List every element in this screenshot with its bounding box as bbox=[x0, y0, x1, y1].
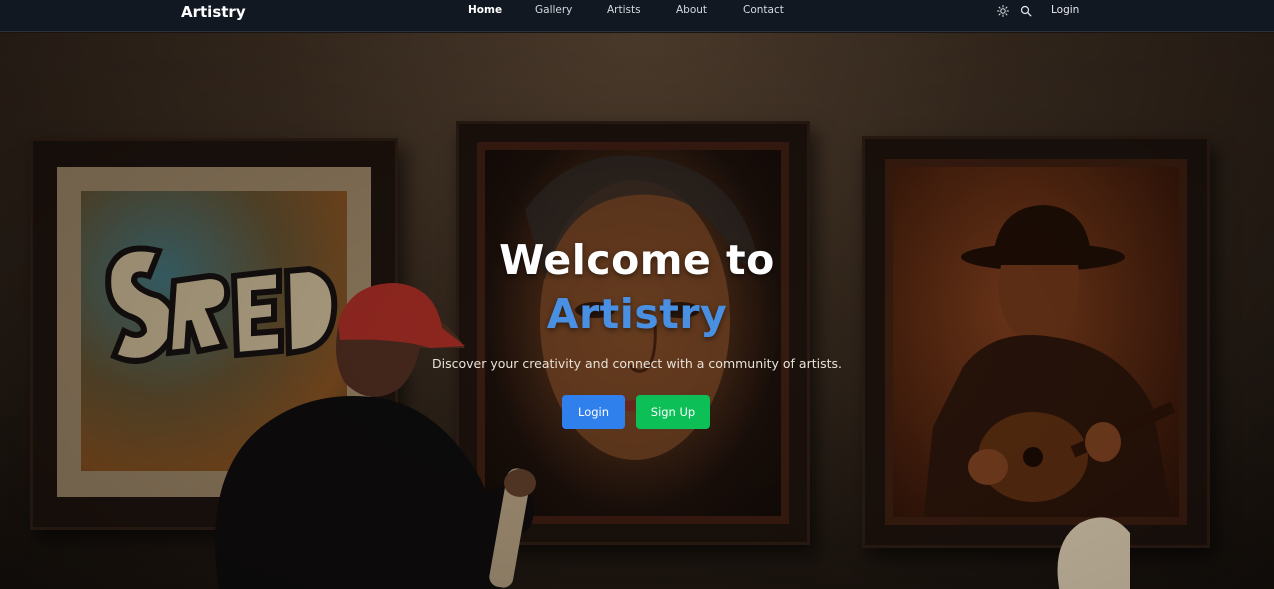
sun-icon[interactable] bbox=[997, 4, 1009, 17]
hero-title-line1: Welcome to bbox=[499, 236, 775, 284]
nav-link-gallery[interactable]: Gallery bbox=[535, 4, 572, 16]
search-icon[interactable] bbox=[1020, 4, 1032, 17]
nav-link-artists[interactable]: Artists bbox=[607, 4, 641, 16]
nav-link-home[interactable]: Home bbox=[468, 4, 502, 16]
hero-login-button[interactable]: Login bbox=[562, 395, 625, 429]
hero-subtitle: Discover your creativity and connect wit… bbox=[432, 356, 842, 371]
nav-login-link[interactable]: Login bbox=[1051, 4, 1079, 16]
nav-link-contact[interactable]: Contact bbox=[743, 4, 784, 16]
top-navbar: Artistry Home Gallery Artists About Cont… bbox=[0, 0, 1274, 32]
hero-section: Welcome to Artistry Discover your creati… bbox=[0, 33, 1274, 589]
brand-logo[interactable]: Artistry bbox=[181, 3, 246, 21]
hero-signup-button[interactable]: Sign Up bbox=[636, 395, 710, 429]
nav-link-about[interactable]: About bbox=[676, 4, 707, 16]
hero-title-line2: Artistry bbox=[546, 290, 728, 338]
hero-content: Welcome to Artistry Discover your creati… bbox=[0, 33, 1274, 589]
